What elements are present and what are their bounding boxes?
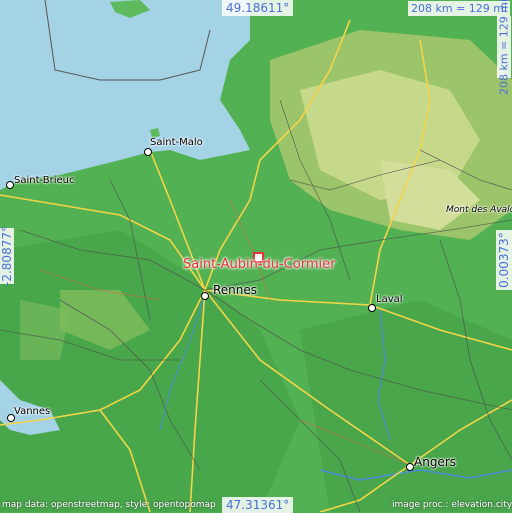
longitude-right-label: 0.00373°: [497, 232, 511, 288]
city-marker-rennes: [201, 292, 209, 300]
latitude-top-label: 49.18611°: [222, 0, 294, 16]
city-marker-saint-malo: [144, 148, 152, 156]
longitude-right-box: 0.00373°: [496, 230, 512, 290]
target-label: Saint-Aubin-du-Cormier: [183, 257, 336, 272]
map-credit-label: map data: openstreetmap, style: opentopo…: [2, 500, 216, 510]
city-label-laval: Laval: [376, 294, 403, 305]
peak-label-mont-des-avaloirs: Mont des Avalo: [446, 205, 512, 215]
city-label-saint-malo: Saint-Malo: [150, 137, 203, 148]
image-credit-label: image proc.: elevation.city: [392, 500, 512, 510]
city-label-rennes: Rennes: [213, 283, 258, 297]
latitude-bottom-label: 47.31361°: [222, 497, 294, 513]
longitude-left-box: -2.80877°: [0, 226, 14, 286]
scale-horizontal-label: 208 km = 129 mi: [408, 1, 511, 16]
city-marker-saint-brieuc: [6, 181, 14, 189]
city-label-saint-brieuc: Saint-Brieuc: [14, 175, 75, 186]
city-marker-angers: [406, 463, 414, 471]
scale-vertical-label: 208 km = 129 mi: [497, 0, 511, 96]
scale-vertical-box: 208 km = 129 mi: [497, 0, 511, 95]
city-label-angers: Angers: [414, 455, 456, 469]
longitude-left-label: -2.80877°: [0, 226, 14, 286]
city-label-vannes: Vannes: [14, 406, 51, 417]
city-marker-laval: [368, 304, 376, 312]
